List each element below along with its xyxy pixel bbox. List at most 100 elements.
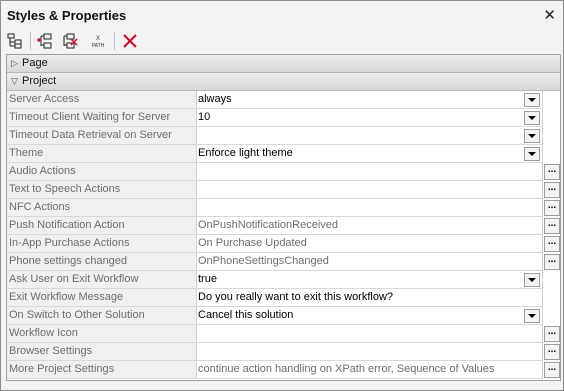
ellipsis-button[interactable]: ... — [544, 236, 560, 252]
property-row[interactable]: Theme Enforce light theme — [7, 145, 560, 163]
property-row[interactable]: Workflow Icon... — [7, 325, 560, 343]
property-row[interactable]: In-App Purchase Actions On Purchase Updat… — [7, 235, 560, 253]
property-name: Theme — [7, 145, 197, 163]
property-name: Timeout Data Retrieval on Server — [7, 127, 197, 145]
property-name: Ask User on Exit Workflow — [7, 271, 197, 289]
column-divider — [542, 289, 543, 307]
property-row[interactable]: Ask User on Exit Workflow true — [7, 271, 560, 289]
expand-arrow-icon[interactable]: ▷ — [11, 58, 18, 69]
add-style-icon[interactable] — [36, 31, 56, 51]
toolbar-separator — [114, 32, 115, 50]
property-value[interactable]: OnPhoneSettingsChanged — [197, 253, 542, 271]
column-divider — [542, 325, 543, 343]
property-value[interactable]: On Purchase Updated — [197, 235, 542, 253]
property-row[interactable]: Phone settings changed OnPhoneSettingsCha… — [7, 253, 560, 271]
property-name: NFC Actions — [7, 199, 197, 217]
property-value[interactable]: 10 — [197, 109, 542, 127]
ellipsis-button[interactable]: ... — [544, 218, 560, 234]
property-value[interactable]: continue action handling on XPath error,… — [197, 361, 542, 379]
close-icon[interactable]: ✕ — [543, 6, 556, 24]
ellipsis-button[interactable]: ... — [544, 254, 560, 270]
ellipsis-button[interactable]: ... — [544, 200, 560, 216]
column-divider — [542, 343, 543, 361]
property-value[interactable] — [197, 343, 542, 361]
property-value[interactable]: Enforce light theme — [197, 145, 542, 163]
property-name: Phone settings changed — [7, 253, 197, 271]
property-value[interactable] — [197, 181, 542, 199]
property-value[interactable] — [197, 199, 542, 217]
property-name: In-App Purchase Actions — [7, 235, 197, 253]
property-row[interactable]: Exit Workflow Message Do you really want … — [7, 289, 560, 307]
property-row[interactable]: NFC Actions... — [7, 199, 560, 217]
property-value[interactable]: Cancel this solution — [197, 307, 542, 325]
property-name: Browser Settings — [7, 343, 197, 361]
property-name: Push Notification Action — [7, 217, 197, 235]
styles-properties-panel: Styles & Properties ✕ X PATH ▷ Page ▽ Pr… — [0, 0, 564, 391]
ellipsis-button[interactable]: ... — [544, 326, 560, 342]
section-label: Project — [22, 75, 57, 87]
column-divider — [542, 199, 543, 217]
property-row[interactable]: Browser Settings... — [7, 343, 560, 361]
property-value[interactable]: always — [197, 91, 542, 109]
property-name: More Project Settings — [7, 361, 197, 379]
column-divider — [542, 163, 543, 181]
column-divider — [542, 127, 543, 145]
property-row[interactable]: Text to Speech Actions... — [7, 181, 560, 199]
xpath-label-top: X — [96, 36, 100, 42]
column-divider — [542, 145, 543, 163]
delete-icon[interactable] — [120, 31, 140, 51]
ellipsis-button[interactable]: ... — [544, 362, 560, 378]
ellipsis-button[interactable]: ... — [544, 344, 560, 360]
property-name: Server Access — [7, 91, 197, 109]
property-name: Workflow Icon — [7, 325, 197, 343]
property-row[interactable]: Audio Actions... — [7, 163, 560, 181]
property-name: Exit Workflow Message — [7, 289, 197, 307]
property-row[interactable]: Push Notification Action OnPushNotificati… — [7, 217, 560, 235]
property-value[interactable]: OnPushNotificationReceived — [197, 217, 542, 235]
property-name: Audio Actions — [7, 163, 197, 181]
section-label: Page — [22, 57, 48, 69]
xpath-label-bottom: PATH — [92, 43, 105, 49]
ellipsis-button[interactable]: ... — [544, 164, 560, 180]
property-value[interactable] — [197, 127, 542, 145]
section-project[interactable]: ▽ Project — [7, 73, 560, 91]
dropdown-arrow-icon[interactable] — [524, 129, 540, 143]
panel-titlebar: Styles & Properties ✕ — [1, 1, 563, 29]
toolbar-separator — [30, 32, 31, 50]
column-divider — [542, 307, 543, 325]
dropdown-arrow-icon[interactable] — [524, 111, 540, 125]
property-grid: ▷ Page ▽ Project Server Access always Time… — [6, 54, 561, 381]
property-row[interactable]: Timeout Client Waiting for Server 10 — [7, 109, 560, 127]
property-value[interactable] — [197, 163, 542, 181]
property-value[interactable]: Do you really want to exit this workflow… — [197, 289, 542, 307]
column-divider — [542, 217, 543, 235]
dropdown-arrow-icon[interactable] — [524, 93, 540, 107]
toolbar: X PATH — [1, 29, 563, 53]
property-value[interactable] — [197, 325, 542, 343]
column-divider — [542, 253, 543, 271]
property-name: Timeout Client Waiting for Server — [7, 109, 197, 127]
property-name: On Switch to Other Solution — [7, 307, 197, 325]
property-row[interactable]: Server Access always — [7, 91, 560, 109]
column-divider — [542, 361, 543, 379]
column-divider — [542, 271, 543, 289]
dropdown-arrow-icon[interactable] — [524, 273, 540, 287]
column-divider — [542, 181, 543, 199]
section-page[interactable]: ▷ Page — [7, 55, 560, 73]
property-row[interactable]: Timeout Data Retrieval on Server — [7, 127, 560, 145]
tree-view-icon[interactable] — [5, 31, 25, 51]
column-divider — [542, 235, 543, 253]
property-row[interactable]: On Switch to Other Solution Cancel this s… — [7, 307, 560, 325]
remove-style-icon[interactable] — [59, 31, 79, 51]
column-divider — [542, 109, 543, 127]
dropdown-arrow-icon[interactable] — [524, 147, 540, 161]
panel-title: Styles & Properties — [7, 8, 127, 23]
ellipsis-button[interactable]: ... — [544, 182, 560, 198]
column-divider — [542, 91, 543, 109]
property-value[interactable]: true — [197, 271, 542, 289]
xpath-icon[interactable]: X PATH — [88, 31, 108, 51]
property-row[interactable]: More Project Settings continue action han… — [7, 361, 560, 379]
property-name: Text to Speech Actions — [7, 181, 197, 199]
dropdown-arrow-icon[interactable] — [524, 309, 540, 323]
collapse-arrow-icon[interactable]: ▽ — [11, 76, 18, 87]
